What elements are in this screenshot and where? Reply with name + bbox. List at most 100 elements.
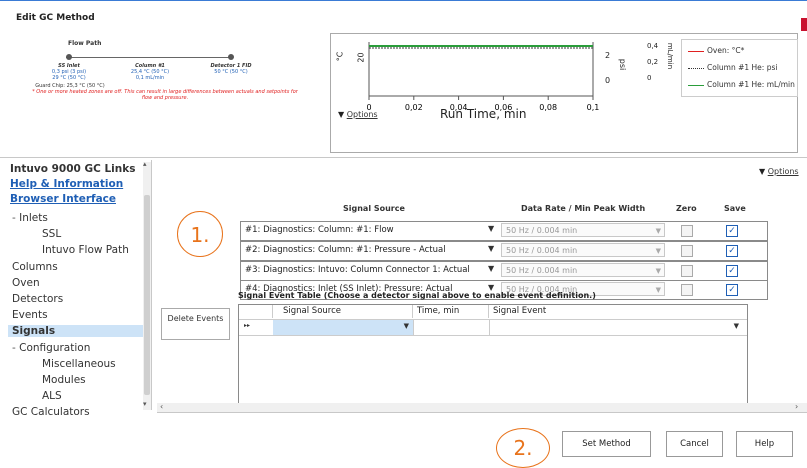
scroll-left-icon[interactable]: ‹ bbox=[160, 402, 163, 411]
save-checkbox[interactable]: ✓ bbox=[726, 245, 738, 257]
evt-event-select[interactable]: ▼ bbox=[489, 320, 745, 335]
sidebar-item-ssl[interactable]: SSL bbox=[42, 228, 61, 240]
content-hscrollbar[interactable] bbox=[157, 403, 807, 412]
sidebar-item-label: Modules bbox=[42, 374, 86, 386]
chevron-down-icon: ▼ bbox=[733, 322, 739, 330]
delete-events-button[interactable]: Delete Events bbox=[161, 308, 230, 340]
legend-swatch-psi bbox=[688, 67, 704, 69]
signal-source-select[interactable]: #2: Diagnostics: Column: #1: Pressure - … bbox=[245, 245, 446, 255]
sidebar-item-modules[interactable]: Modules bbox=[42, 374, 86, 386]
flow-path-title: Flow Path bbox=[68, 40, 102, 47]
sidebar-item-label: Configuration bbox=[19, 341, 91, 354]
plot-right2-axis-label: mL/min bbox=[666, 42, 675, 70]
chevron-down-icon: ▼ bbox=[759, 167, 766, 176]
sidebar-item-label: ALS bbox=[42, 390, 62, 403]
zero-checkbox[interactable] bbox=[681, 225, 693, 237]
sidebar-item-label: Detectors bbox=[12, 293, 64, 305]
nav-link-browser[interactable]: Browser Interface bbox=[10, 193, 116, 205]
sidebar-item-intuvo-flow-path[interactable]: Intuvo Flow Path bbox=[42, 244, 129, 256]
signal-row: #1: Diagnostics: Column: #1: Flow ▼ 50 Hz … bbox=[240, 221, 768, 241]
sidebar-item-detectors[interactable]: Detectors bbox=[12, 293, 63, 305]
x-tick-label: 0,08 bbox=[539, 103, 557, 112]
col-header-zero: Zero bbox=[676, 204, 697, 213]
evt-source-select[interactable]: ▼ bbox=[273, 320, 414, 335]
scroll-up-icon[interactable]: ▴ bbox=[143, 160, 147, 168]
bottom-divider bbox=[157, 412, 807, 413]
signals-options-toggle[interactable]: ▼ Options bbox=[759, 167, 799, 176]
plot-right-tick-bottom: 0 bbox=[605, 76, 611, 85]
nav-scrollbar-thumb[interactable] bbox=[144, 195, 150, 395]
flow-warning: * One or more heated zones are off. This… bbox=[32, 89, 298, 101]
save-checkbox[interactable]: ✓ bbox=[726, 284, 738, 296]
plot-right2-tick-1: 0,2 bbox=[647, 58, 659, 66]
sidebar-item-gc-calculators[interactable]: GC Calculators bbox=[12, 406, 90, 418]
window-top-border bbox=[0, 0, 807, 1]
sidebar-item-label: GC Calculators bbox=[12, 406, 90, 419]
plot-right-tick-top: 2 bbox=[605, 51, 611, 60]
callout-2: 2. bbox=[496, 428, 550, 468]
chevron-down-icon: ▼ bbox=[338, 110, 345, 119]
zero-checkbox[interactable] bbox=[681, 265, 693, 277]
plot-options-toggle[interactable]: ▼ Options bbox=[338, 110, 378, 119]
help-button[interactable]: Help bbox=[736, 431, 793, 457]
sidebar-item-oven[interactable]: Oven bbox=[12, 277, 40, 289]
table-row[interactable]: ▸▸ ▼ ▼ bbox=[239, 319, 747, 336]
chevron-down-icon: ▼ bbox=[655, 227, 661, 235]
sidebar-item-signals[interactable]: Signals bbox=[8, 325, 143, 338]
x-tick-label: 0,1 bbox=[587, 103, 600, 112]
legend-swatch-oven bbox=[688, 50, 704, 52]
chevron-down-icon[interactable]: ▼ bbox=[488, 264, 494, 273]
plot-x-label: Run Time, min bbox=[440, 107, 527, 121]
chevron-down-icon[interactable]: ▼ bbox=[488, 244, 494, 253]
legend-item: Oven: °C* bbox=[688, 46, 744, 55]
signal-source-select[interactable]: #3: Diagnostics: Intuvo: Column Connecto… bbox=[245, 265, 470, 275]
sidebar-item-label: Signals bbox=[12, 325, 56, 338]
sidebar-item-inlets[interactable]: - Inlets bbox=[12, 212, 48, 224]
plot-right2-tick-2: 0 bbox=[647, 74, 652, 82]
inlet-node-icon bbox=[66, 54, 72, 60]
cancel-button[interactable]: Cancel bbox=[666, 431, 723, 457]
sidebar-item-als[interactable]: ALS bbox=[42, 390, 62, 402]
legend-swatch-flow bbox=[688, 84, 704, 86]
set-method-button[interactable]: Set Method bbox=[562, 431, 651, 457]
save-checkbox[interactable]: ✓ bbox=[726, 225, 738, 237]
col-header-rate: Data Rate / Min Peak Width bbox=[521, 204, 646, 213]
sidebar-item-events[interactable]: Events bbox=[12, 309, 48, 321]
plot-right-axis-label: psi bbox=[618, 58, 628, 71]
nav-link-help[interactable]: Help & Information bbox=[10, 178, 123, 190]
inlet-label: SS Inlet 0,3 psi (3 psi) 29 °C (50 °C) bbox=[51, 63, 87, 81]
col-header-source: Signal Source bbox=[343, 204, 405, 213]
evt-col-source: Signal Source bbox=[273, 305, 413, 318]
signal-source-select[interactable]: #1: Diagnostics: Column: #1: Flow bbox=[245, 225, 394, 235]
sidebar-item-label: Events bbox=[12, 309, 48, 322]
scroll-right-icon[interactable]: › bbox=[795, 402, 798, 411]
signal-row: #2: Diagnostics: Column: #1: Pressure - … bbox=[240, 241, 768, 261]
sidebar-item-label: Oven bbox=[12, 276, 40, 289]
detector-label: Detector 1 FID 50 °C (50 °C) bbox=[210, 63, 252, 75]
window-title: Edit GC Method bbox=[16, 13, 95, 23]
sidebar-item-miscellaneous[interactable]: Miscellaneous bbox=[42, 358, 116, 370]
event-table-title: Signal Event Table (Choose a detector si… bbox=[238, 291, 596, 300]
sidebar-item-label: Intuvo Flow Path bbox=[42, 244, 129, 257]
sidebar-item-columns[interactable]: Columns bbox=[12, 261, 58, 273]
data-rate-select[interactable]: 50 Hz / 0.004 min ▼ bbox=[501, 223, 665, 237]
sidebar-item-label: Inlets bbox=[19, 212, 48, 224]
evt-time-cell[interactable] bbox=[413, 320, 490, 335]
scroll-down-icon[interactable]: ▾ bbox=[143, 400, 147, 408]
x-tick-label: 0,02 bbox=[405, 103, 423, 112]
chevron-down-icon: ▼ bbox=[655, 247, 661, 255]
save-checkbox[interactable]: ✓ bbox=[726, 265, 738, 277]
data-rate-value: 50 Hz / 0.004 min bbox=[506, 266, 578, 275]
data-rate-value: 50 Hz / 0.004 min bbox=[506, 246, 578, 255]
zero-checkbox[interactable] bbox=[681, 284, 693, 296]
chevron-down-icon[interactable]: ▼ bbox=[488, 224, 494, 233]
flow-path-line bbox=[66, 57, 231, 58]
evt-col-time: Time, min bbox=[413, 305, 489, 318]
zero-checkbox[interactable] bbox=[681, 245, 693, 257]
data-rate-select[interactable]: 50 Hz / 0.004 min ▼ bbox=[501, 263, 665, 277]
sidebar-item-configuration[interactable]: - Configuration bbox=[12, 342, 90, 354]
run-plot: 0 0,02 0,04 0,06 0,08 0,1 bbox=[366, 42, 600, 112]
data-rate-select[interactable]: 50 Hz / 0.004 min ▼ bbox=[501, 243, 665, 257]
close-icon[interactable] bbox=[801, 18, 807, 31]
sidebar-item-label: SSL bbox=[42, 228, 62, 241]
